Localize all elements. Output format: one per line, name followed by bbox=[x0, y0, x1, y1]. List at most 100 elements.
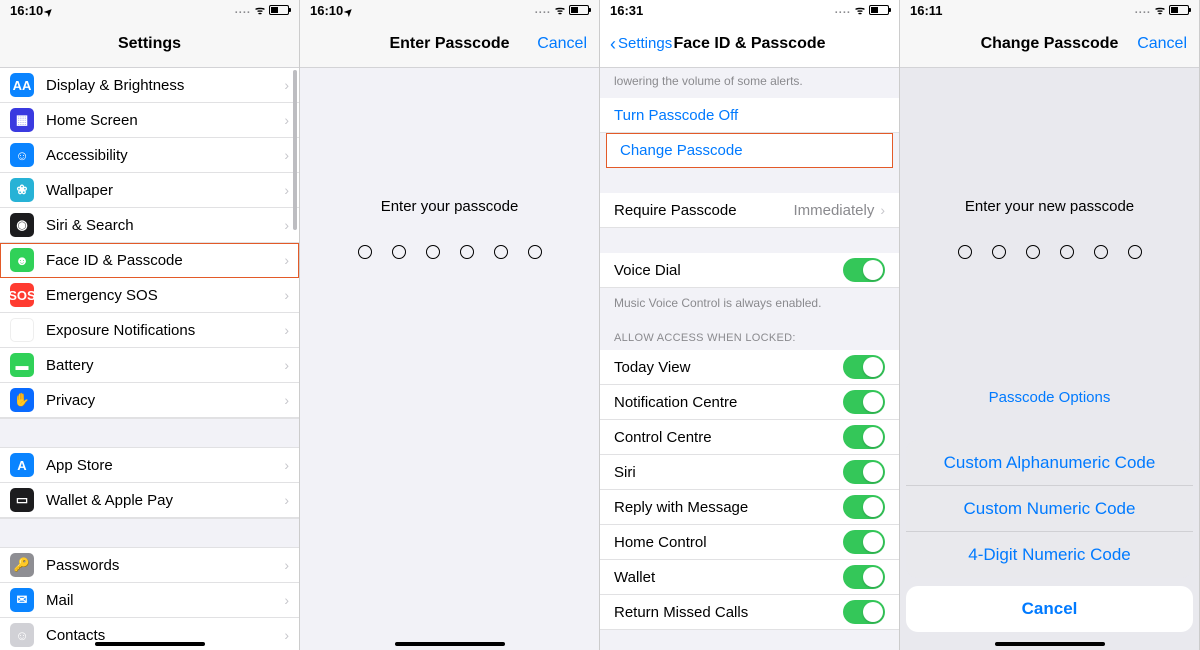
passcode-dots bbox=[300, 245, 599, 259]
passwords-icon: 🔑 bbox=[10, 553, 34, 577]
option-4digit[interactable]: 4-Digit Numeric Code bbox=[906, 532, 1193, 578]
row-wallet-applepay[interactable]: ▭ Wallet & Apple Pay › bbox=[0, 483, 299, 518]
turn-passcode-off-button[interactable]: Turn Passcode Off bbox=[600, 98, 899, 133]
control-centre-row: Control Centre bbox=[600, 420, 899, 455]
page-title: Enter Passcode bbox=[389, 35, 509, 53]
notification-centre-toggle[interactable] bbox=[843, 390, 885, 414]
faceid-settings-content[interactable]: lowering the volume of some alerts. Turn… bbox=[600, 68, 899, 650]
require-passcode-row[interactable]: Require Passcode Immediately › bbox=[600, 193, 899, 228]
option-numeric[interactable]: Custom Numeric Code bbox=[906, 486, 1193, 532]
scrollbar[interactable] bbox=[293, 70, 297, 230]
battery-icon bbox=[269, 5, 289, 15]
return-missed-calls-row: Return Missed Calls bbox=[600, 595, 899, 630]
section-header-locked-access: Allow Access When Locked: bbox=[600, 318, 899, 350]
status-right: .... ᯤ bbox=[1135, 3, 1189, 18]
new-passcode-prompt: Enter your new passcode bbox=[900, 198, 1199, 215]
require-passcode-value: Immediately bbox=[793, 202, 874, 219]
change-passcode-button[interactable]: Change Passcode bbox=[606, 133, 893, 168]
chevron-right-icon: › bbox=[284, 112, 289, 128]
settings-list[interactable]: AA Display & Brightness › ▦ Home Screen … bbox=[0, 68, 299, 650]
page-title: Change Passcode bbox=[981, 35, 1119, 53]
home-screen-icon: ▦ bbox=[10, 108, 34, 132]
voice-dial-toggle[interactable] bbox=[843, 258, 885, 282]
chevron-right-icon: › bbox=[284, 147, 289, 163]
appstore-icon: A bbox=[10, 453, 34, 477]
row-passwords[interactable]: 🔑 Passwords › bbox=[0, 548, 299, 583]
cancel-button[interactable]: Cancel bbox=[537, 35, 587, 53]
row-battery[interactable]: ▬ Battery › bbox=[0, 348, 299, 383]
status-bar: 16:10 .... ᯤ bbox=[0, 0, 299, 20]
home-indicator[interactable] bbox=[395, 642, 505, 646]
group-separator bbox=[600, 228, 899, 253]
navbar: Settings bbox=[0, 20, 299, 68]
row-app-store[interactable]: A App Store › bbox=[0, 448, 299, 483]
passcode-dot bbox=[958, 245, 972, 259]
passcode-options-link[interactable]: Passcode Options bbox=[900, 389, 1199, 406]
control-centre-toggle[interactable] bbox=[843, 425, 885, 449]
home-indicator[interactable] bbox=[995, 642, 1105, 646]
voice-dial-footnote: Music Voice Control is always enabled. bbox=[600, 288, 899, 318]
back-button[interactable]: ‹ Settings bbox=[610, 35, 672, 53]
voice-dial-row: Voice Dial bbox=[600, 253, 899, 288]
row-privacy[interactable]: ✋ Privacy › bbox=[0, 383, 299, 418]
return-missed-toggle[interactable] bbox=[843, 600, 885, 624]
row-display-brightness[interactable]: AA Display & Brightness › bbox=[0, 68, 299, 103]
sheet-cancel-button[interactable]: Cancel bbox=[906, 586, 1193, 632]
chevron-right-icon: › bbox=[284, 322, 289, 338]
chevron-right-icon: › bbox=[880, 202, 885, 218]
chevron-right-icon: › bbox=[284, 357, 289, 373]
display-icon: AA bbox=[10, 73, 34, 97]
home-indicator[interactable] bbox=[95, 642, 205, 646]
row-faceid-passcode[interactable]: ☻ Face ID & Passcode › bbox=[0, 243, 299, 278]
cancel-button[interactable]: Cancel bbox=[1137, 35, 1187, 53]
group-separator bbox=[0, 418, 299, 448]
passcode-dot bbox=[1060, 245, 1074, 259]
action-sheet: Custom Alphanumeric Code Custom Numeric … bbox=[906, 440, 1193, 632]
row-emergency-sos[interactable]: SOS Emergency SOS › bbox=[0, 278, 299, 313]
page-title: Settings bbox=[118, 35, 181, 53]
contacts-icon: ☺ bbox=[10, 623, 34, 647]
chevron-left-icon: ‹ bbox=[610, 35, 616, 53]
chevron-right-icon: › bbox=[284, 592, 289, 608]
row-mail[interactable]: ✉ Mail › bbox=[0, 583, 299, 618]
screen-change-passcode: 16:11 .... ᯤ Change Passcode Cancel Ente… bbox=[900, 0, 1200, 650]
status-bar: 16:10 .... ᯤ bbox=[300, 0, 599, 20]
chevron-right-icon: › bbox=[284, 627, 289, 643]
reply-message-toggle[interactable] bbox=[843, 495, 885, 519]
siri-row: Siri bbox=[600, 455, 899, 490]
navbar: Change Passcode Cancel bbox=[900, 20, 1199, 68]
accessibility-icon: ☺ bbox=[10, 143, 34, 167]
battery-icon bbox=[1169, 5, 1189, 15]
passcode-dot bbox=[426, 245, 440, 259]
row-siri-search[interactable]: ◉ Siri & Search › bbox=[0, 208, 299, 243]
notification-centre-row: Notification Centre bbox=[600, 385, 899, 420]
row-wallpaper[interactable]: ❀ Wallpaper › bbox=[0, 173, 299, 208]
status-bar: 16:11 .... ᯤ bbox=[900, 0, 1199, 20]
group-separator bbox=[600, 168, 899, 193]
option-alphanumeric[interactable]: Custom Alphanumeric Code bbox=[906, 440, 1193, 486]
home-control-row: Home Control bbox=[600, 525, 899, 560]
chevron-right-icon: › bbox=[284, 557, 289, 573]
passcode-dot bbox=[992, 245, 1006, 259]
passcode-dot bbox=[1094, 245, 1108, 259]
chevron-right-icon: › bbox=[284, 217, 289, 233]
description-text: lowering the volume of some alerts. bbox=[600, 68, 899, 98]
sos-icon: SOS bbox=[10, 283, 34, 307]
row-home-screen[interactable]: ▦ Home Screen › bbox=[0, 103, 299, 138]
row-exposure-notifications[interactable]: ✱ Exposure Notifications › bbox=[0, 313, 299, 348]
privacy-icon: ✋ bbox=[10, 388, 34, 412]
today-view-toggle[interactable] bbox=[843, 355, 885, 379]
home-control-toggle[interactable] bbox=[843, 530, 885, 554]
passcode-dot bbox=[494, 245, 508, 259]
battery-row-icon: ▬ bbox=[10, 353, 34, 377]
chevron-right-icon: › bbox=[284, 182, 289, 198]
wallet-toggle[interactable] bbox=[843, 565, 885, 589]
passcode-dot bbox=[1026, 245, 1040, 259]
passcode-dot bbox=[1128, 245, 1142, 259]
row-accessibility[interactable]: ☺ Accessibility › bbox=[0, 138, 299, 173]
exposure-icon: ✱ bbox=[10, 318, 34, 342]
status-right: .... ᯤ bbox=[835, 3, 889, 18]
passcode-dot bbox=[460, 245, 474, 259]
siri-toggle[interactable] bbox=[843, 460, 885, 484]
wallet-row: Wallet bbox=[600, 560, 899, 595]
